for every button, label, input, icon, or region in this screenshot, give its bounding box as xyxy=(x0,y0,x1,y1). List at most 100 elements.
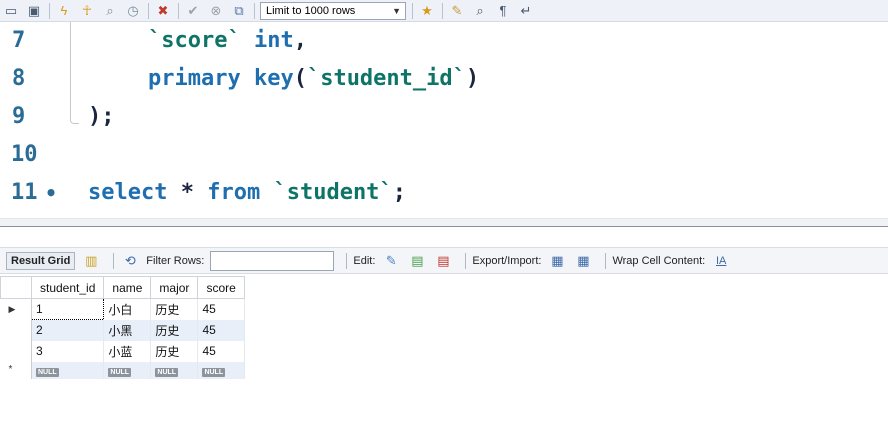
row-header xyxy=(0,319,32,341)
limit-rows-select[interactable]: Limit to 1000 rows ▼ xyxy=(260,1,406,20)
table-row[interactable]: ▶ 1 小白 历史 45 xyxy=(0,298,245,320)
code-string: `score` xyxy=(148,28,241,53)
code-punct: ( xyxy=(293,66,307,91)
wrap-cell-content-label: Wrap Cell Content: xyxy=(612,254,706,267)
export-icon[interactable]: ▦ xyxy=(547,252,567,270)
grid-cell[interactable]: NULL xyxy=(150,361,199,379)
grid-header-row: student_id name major score xyxy=(0,276,245,299)
sql-editor-toolbar: ▭ ▣ ϟ ☥ ⌕ ◷ ✖ ✔ ⊗ ⧉ Limit to 1000 rows ▼… xyxy=(0,0,888,22)
insert-row-icon[interactable]: ▤ xyxy=(407,252,427,270)
toolbar-divider xyxy=(412,2,413,19)
autocommit-icon[interactable]: ⧉ xyxy=(230,2,248,20)
refresh-icon[interactable]: ⟲ xyxy=(120,252,140,270)
grid-cell[interactable]: 2 xyxy=(31,319,105,341)
column-header-student-id[interactable]: student_id xyxy=(30,276,105,299)
toolbar-divider xyxy=(113,252,115,269)
folder-open-icon[interactable]: ▭ xyxy=(2,2,20,20)
code-text: select * from `student`; xyxy=(88,174,406,212)
result-toolbar: Result Grid ▥ ⟲ Filter Rows: Edit: ✎ ▤ ▤… xyxy=(0,247,888,274)
grid-cell[interactable]: 历史 xyxy=(150,298,199,320)
column-header-score[interactable]: score xyxy=(197,276,245,299)
line-number-text: 7 xyxy=(12,28,26,53)
code-text: `score` int, xyxy=(148,22,307,60)
toolbar-divider xyxy=(49,2,50,19)
toolbar-divider xyxy=(605,252,607,269)
find-icon[interactable]: ⌕ xyxy=(471,2,489,20)
code-keyword: select xyxy=(88,180,168,205)
chevron-down-icon: ▼ xyxy=(392,5,401,16)
grid-cell[interactable]: 1 xyxy=(30,298,105,320)
filter-rows-input[interactable] xyxy=(210,250,335,271)
line-number: 11 • xyxy=(0,174,62,212)
row-header-corner xyxy=(0,276,32,299)
grid-layout-icon[interactable]: ▥ xyxy=(81,252,101,270)
statement-marker: • xyxy=(45,181,58,205)
null-badge: NULL xyxy=(36,367,59,377)
code-line-11[interactable]: 11 • select * from `student`; xyxy=(0,174,888,212)
limit-rows-value: Limit to 1000 rows xyxy=(266,4,356,17)
filter-rows-label: Filter Rows: xyxy=(146,254,205,267)
import-icon[interactable]: ▦ xyxy=(573,252,593,270)
grid-cell[interactable]: NULL xyxy=(31,361,105,379)
line-number-text: 8 xyxy=(12,66,26,91)
null-badge: NULL xyxy=(202,367,226,377)
code-line-7[interactable]: 7 `score` int, xyxy=(0,22,888,60)
toolbar-divider xyxy=(346,252,348,269)
edit-row-icon[interactable]: ✎ xyxy=(381,252,401,270)
invisible-chars-icon[interactable]: ¶ xyxy=(494,2,512,20)
column-header-major[interactable]: major xyxy=(150,276,199,299)
add-snippet-icon[interactable]: ★ xyxy=(418,2,436,20)
line-number: 10 xyxy=(0,136,62,174)
toggle-error-icon[interactable]: ✖ xyxy=(154,2,172,20)
grid-cell[interactable]: 3 xyxy=(31,340,105,362)
table-row[interactable]: 3 小蓝 历史 45 xyxy=(0,340,245,362)
sql-editor[interactable]: 7 `score` int, 8 primary key(`student_id… xyxy=(0,22,888,218)
execute-current-icon[interactable]: ☥ xyxy=(78,2,96,20)
code-line-9[interactable]: 9 ); xyxy=(0,98,888,136)
code-keyword: primary key xyxy=(148,66,294,91)
code-text: ); xyxy=(88,104,115,129)
grid-cell[interactable]: 历史 xyxy=(150,340,199,362)
wrap-toggle-icon[interactable]: IA xyxy=(711,252,731,270)
grid-cell[interactable]: NULL xyxy=(197,361,245,379)
toolbar-divider xyxy=(442,2,443,19)
edit-label: Edit: xyxy=(353,254,376,267)
new-row-marker: * xyxy=(0,361,32,379)
null-badge: NULL xyxy=(108,367,132,377)
result-grid-tab[interactable]: Result Grid xyxy=(6,251,76,270)
beautify-icon[interactable]: ✎ xyxy=(448,2,466,20)
stop-icon[interactable]: ◷ xyxy=(124,2,142,20)
line-number-text: 10 xyxy=(11,142,38,167)
result-grid: student_id name major score ▶ 1 小白 历史 45… xyxy=(0,276,245,379)
table-row[interactable]: 2 小黑 历史 45 xyxy=(0,319,245,341)
execute-icon[interactable]: ϟ xyxy=(55,2,73,20)
grid-cell[interactable]: 历史 xyxy=(150,319,199,341)
grid-cell[interactable]: 45 xyxy=(197,298,245,320)
null-badge: NULL xyxy=(155,367,179,377)
line-number: 7 xyxy=(0,22,62,60)
toolbar-divider xyxy=(178,2,179,19)
grid-cell[interactable]: 小蓝 xyxy=(103,340,152,362)
commit-icon[interactable]: ✔ xyxy=(184,2,202,20)
grid-cell[interactable]: 45 xyxy=(197,319,245,341)
line-number: 9 xyxy=(0,98,62,136)
column-header-name[interactable]: name xyxy=(103,276,152,299)
grid-cell[interactable]: 小黑 xyxy=(103,319,152,341)
delete-row-icon[interactable]: ▤ xyxy=(433,252,453,270)
grid-cell[interactable]: 45 xyxy=(197,340,245,362)
grid-cell[interactable]: NULL xyxy=(103,361,152,379)
panel-splitter[interactable] xyxy=(0,218,888,227)
code-string: `student` xyxy=(273,180,393,205)
current-row-marker: ▶ xyxy=(0,298,32,320)
save-icon[interactable]: ▣ xyxy=(25,2,43,20)
toolbar-divider xyxy=(148,2,149,19)
word-wrap-icon[interactable]: ↵ xyxy=(517,2,535,20)
explain-icon[interactable]: ⌕ xyxy=(101,2,119,20)
line-number-text: 11 xyxy=(11,180,38,205)
code-line-10[interactable]: 10 xyxy=(0,136,888,174)
rollback-icon[interactable]: ⊗ xyxy=(207,2,225,20)
grid-cell[interactable]: 小白 xyxy=(103,298,152,320)
toolbar-divider xyxy=(465,252,467,269)
code-line-8[interactable]: 8 primary key(`student_id`) xyxy=(0,60,888,98)
new-row[interactable]: * NULL NULL NULL NULL xyxy=(0,361,245,379)
